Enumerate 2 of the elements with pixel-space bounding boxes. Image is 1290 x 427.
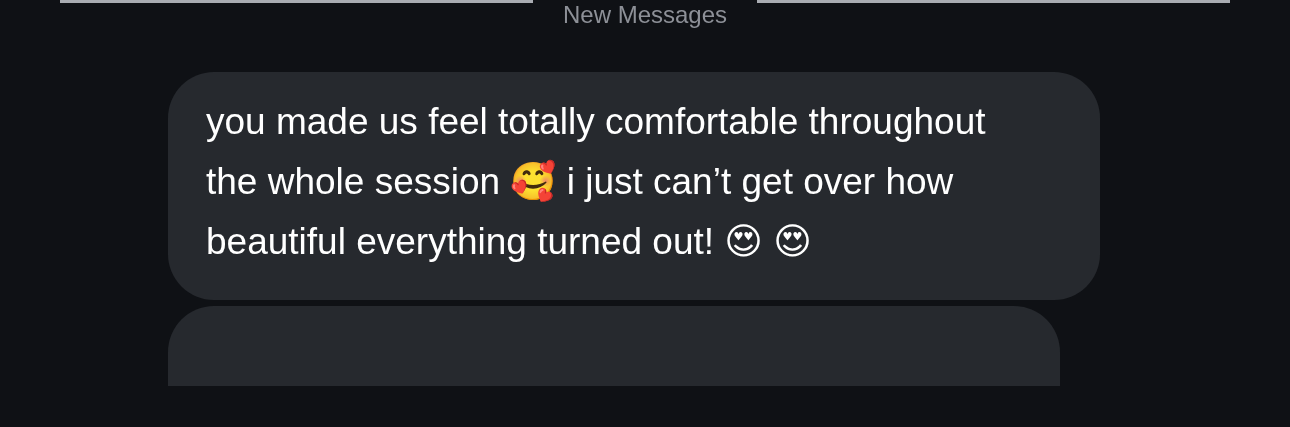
new-messages-divider-label: New Messages (562, 2, 728, 28)
message-bubble: you made us feel totally comfortable throughout the whole session 🥰 i just can’t get over how beautiful everything turned out! 😍 😍 (168, 72, 1100, 300)
